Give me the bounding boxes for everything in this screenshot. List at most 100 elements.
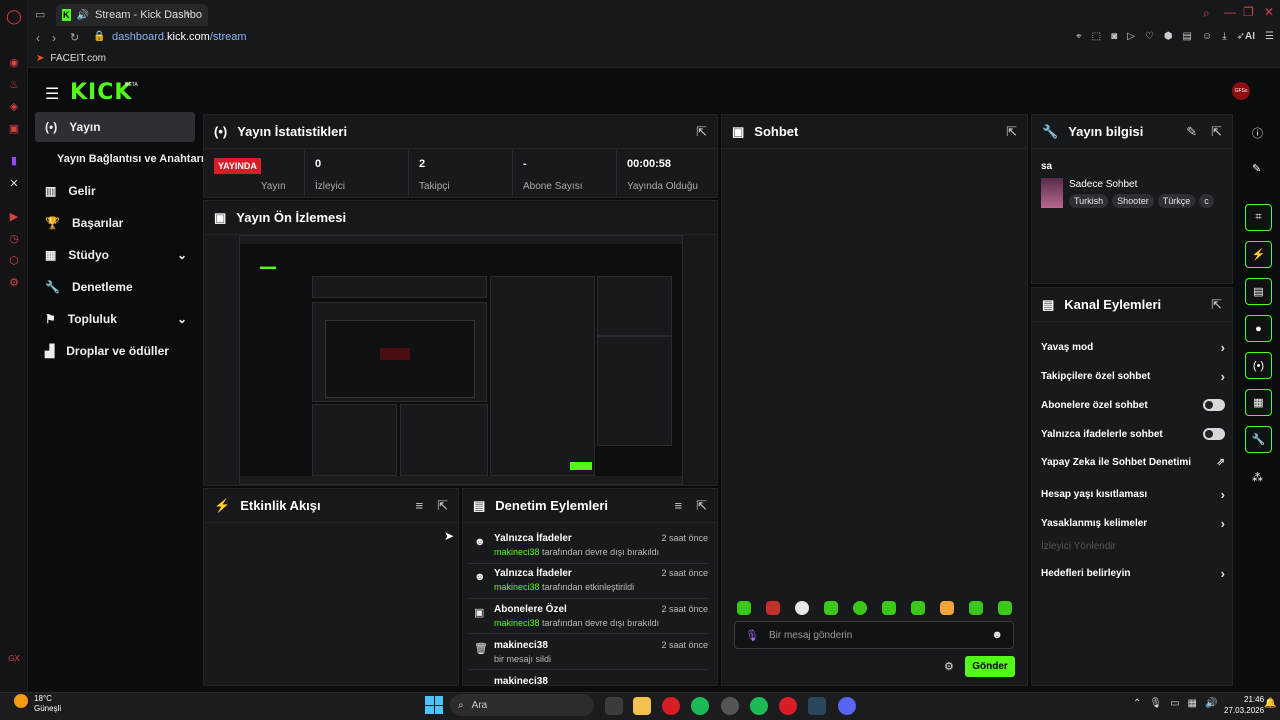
steam-icon[interactable] — [808, 697, 826, 715]
dots-icon[interactable]: ⁂ — [1252, 471, 1263, 484]
action-account-age[interactable]: Hesap yaşı kısıtlaması › — [1041, 487, 1225, 502]
subscribers-only-toggle[interactable] — [1203, 399, 1225, 411]
kick-logo[interactable]: KICK — [70, 80, 132, 105]
action-followers-only[interactable]: Takipçilere özel sohbet › — [1041, 369, 1225, 384]
sidebar-item-yayin[interactable]: (•) Yayın — [35, 112, 195, 142]
bolt-button[interactable]: ⚡ — [1245, 241, 1272, 268]
emote-icon[interactable] — [824, 601, 838, 615]
popout-icon[interactable]: ⇱ — [1211, 297, 1222, 313]
settings-icon[interactable]: ⚙ — [6, 274, 22, 290]
forward-button[interactable]: › — [52, 31, 56, 45]
opera-icon[interactable] — [779, 697, 797, 715]
pencil-icon[interactable]: ✎ — [1186, 124, 1197, 140]
menu-icon[interactable]: ☰ — [1265, 31, 1274, 42]
opera-menu-icon[interactable]: ◯ — [6, 8, 22, 24]
microphone-icon[interactable]: 🎙 — [745, 629, 759, 642]
sidebar-item-basarilar[interactable]: 🏆 Başarılar — [35, 208, 195, 238]
cube-icon[interactable]: ⬡ — [6, 252, 22, 268]
reload-button[interactable]: ↻ — [70, 31, 79, 44]
app-icon[interactable] — [721, 697, 739, 715]
popout-icon[interactable]: ⇱ — [696, 124, 707, 140]
app-icon[interactable] — [662, 697, 680, 715]
emoji-icon[interactable]: ☻ — [991, 629, 1003, 641]
back-button[interactable]: ‹ — [36, 31, 40, 45]
discord-icon[interactable] — [838, 697, 856, 715]
sidebar-item-studyo[interactable]: ▦ Stüdyo ⌄ — [35, 240, 195, 270]
emote-icon[interactable] — [853, 601, 867, 615]
sidebar-item-topluluk[interactable]: ⚑ Topluluk ⌄ — [35, 304, 195, 334]
tab-list-icon[interactable]: ▭ — [35, 8, 45, 21]
action-slow-mode[interactable]: Yavaş mod › — [1041, 340, 1225, 355]
bookmark-faceit[interactable]: ➤ FACEIT.com — [36, 53, 106, 64]
gx-icon[interactable]: GX — [6, 650, 22, 666]
sidebar-item-droplar[interactable]: ▟ Droplar ve ödüller — [35, 336, 195, 366]
send-button[interactable]: Gönder — [965, 656, 1015, 677]
emote-icon[interactable] — [795, 601, 809, 615]
broadcast-button[interactable]: (•) — [1245, 352, 1272, 379]
action-ai-moderation[interactable]: Yapay Zeka ile Sohbet Denetimi ⇗ — [1041, 457, 1225, 468]
camera-icon[interactable]: ◙ — [1111, 31, 1117, 42]
popout-icon[interactable]: ⇱ — [437, 498, 448, 514]
popout-icon[interactable]: ⇱ — [1211, 124, 1222, 140]
sidebar-item-gelir[interactable]: ▥ Gelir — [35, 176, 195, 206]
wrench-button[interactable]: 🔧 — [1245, 426, 1272, 453]
sidebar-app-icon[interactable]: ♨ — [6, 76, 22, 92]
xbox-icon[interactable] — [691, 697, 709, 715]
emote-icon[interactable] — [737, 601, 751, 615]
filter-icon[interactable]: ≡ — [675, 498, 683, 514]
tag[interactable]: Shooter — [1112, 194, 1154, 208]
search-icon[interactable]: ⌕ — [1203, 6, 1210, 21]
maximize-button[interactable]: ❐ — [1243, 5, 1254, 19]
stream-preview[interactable]: ▬▬ — [239, 235, 683, 485]
action-banned-words[interactable]: Yasaklanmış kelimeler › — [1041, 516, 1225, 531]
sidebar-item-denetleme[interactable]: 🔧 Denetleme — [35, 272, 195, 302]
file-explorer-icon[interactable] — [633, 697, 651, 715]
emote-icon[interactable] — [940, 601, 954, 615]
play-icon[interactable]: ▷ — [1127, 31, 1135, 42]
notifications-icon[interactable]: 🔔 — [1264, 698, 1276, 709]
pencil-icon[interactable]: ✎ — [1252, 162, 1261, 175]
new-tab-button[interactable]: + — [184, 6, 192, 21]
spotify-icon[interactable] — [750, 697, 768, 715]
popout-icon[interactable]: ⇱ — [696, 498, 707, 514]
emote-icon[interactable] — [911, 601, 925, 615]
hamburger-menu-icon[interactable]: ☰ — [45, 84, 59, 104]
emote-icon[interactable] — [766, 601, 780, 615]
sidebar-item-stream-key[interactable]: Yayın Bağlantısı ve Anahtarı — [47, 144, 207, 174]
weather-widget[interactable]: 18°C Güneşli — [34, 694, 61, 714]
chat-button[interactable]: ● — [1245, 315, 1272, 342]
x-icon[interactable]: ✕ — [6, 175, 22, 191]
wallet-icon[interactable]: ▤ — [1183, 31, 1192, 42]
taskbar-search[interactable]: ⌕ Ara — [450, 694, 594, 716]
sidebar-app-icon[interactable]: ◉ — [6, 54, 22, 70]
volume-icon[interactable]: 🔊 — [1205, 698, 1217, 709]
clock[interactable]: 21:46 27.03.2026 — [1224, 694, 1264, 716]
emotes-only-toggle[interactable] — [1203, 428, 1225, 440]
crop-icon[interactable]: ⬚ — [1092, 31, 1101, 42]
url-field[interactable]: dashboard.kick.com/stream — [112, 31, 247, 43]
microphone-icon[interactable]: 🎙 — [1149, 698, 1162, 709]
extensions-icon[interactable]: ⬢ — [1164, 31, 1173, 42]
heart-icon[interactable]: ♡ — [1145, 31, 1154, 42]
audio-icon[interactable]: 🔊 — [77, 10, 89, 21]
info-icon[interactable]: ⓘ — [1252, 125, 1263, 141]
layout-button[interactable]: ▦ — [1245, 389, 1272, 416]
clip-button[interactable]: ⌗ — [1245, 204, 1272, 231]
emote-icon[interactable] — [969, 601, 983, 615]
minimize-button[interactable]: — — [1224, 5, 1236, 19]
avatar[interactable]: GFSs — [1232, 82, 1250, 100]
emote-icon[interactable] — [882, 601, 896, 615]
emote-icon[interactable] — [998, 601, 1012, 615]
filter-icon[interactable]: ≡ — [416, 498, 424, 514]
sidebar-app-icon[interactable]: ◈ — [6, 98, 22, 114]
profile-icon[interactable]: ☺ — [1202, 31, 1212, 42]
snapshot-icon[interactable]: ⌖ — [1076, 31, 1082, 42]
sidebar-app-icon[interactable]: ▣ — [6, 120, 22, 136]
display-icon[interactable]: ▭ — [1170, 698, 1179, 709]
task-view-icon[interactable] — [605, 697, 623, 715]
download-icon[interactable]: ⤓ — [1222, 31, 1226, 42]
sidebar-app-icon[interactable]: ▶ — [6, 208, 22, 224]
notes-button[interactable]: ▤ — [1245, 278, 1272, 305]
chevron-up-icon[interactable]: ⌃ — [1133, 698, 1141, 709]
close-button[interactable]: ✕ — [1264, 5, 1274, 19]
